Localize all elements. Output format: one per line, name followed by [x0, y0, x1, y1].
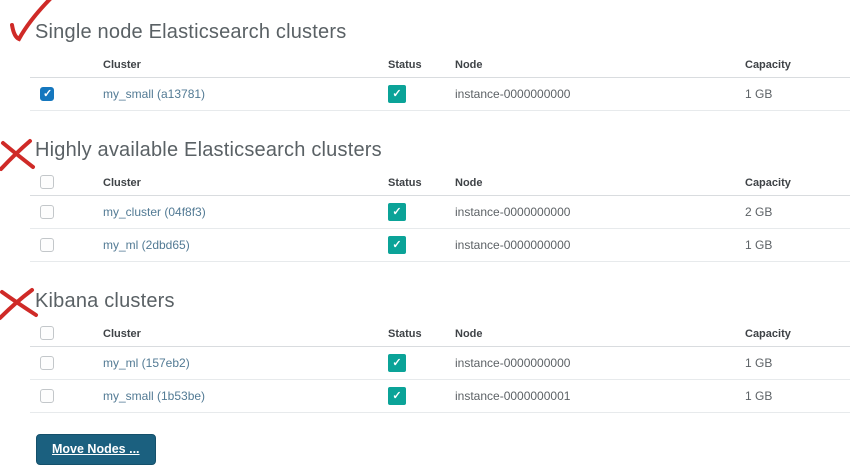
status-ok-icon: ✓ — [388, 354, 406, 372]
status-ok-icon: ✓ — [388, 85, 406, 103]
table-row: my_small (a13781) ✓ instance-0000000000 … — [30, 77, 850, 111]
column-header-status: Status — [388, 55, 455, 78]
capacity-value: 1 GB — [745, 228, 850, 262]
column-header-node: Node — [455, 324, 745, 347]
column-header-cluster: Cluster — [103, 55, 388, 78]
table-header-row: Cluster Status Node Capacity — [30, 324, 850, 347]
node-name: instance-0000000001 — [455, 379, 745, 413]
cluster-link[interactable]: my_ml (157eb2) — [103, 356, 190, 370]
capacity-value: 1 GB — [745, 77, 850, 111]
row-checkbox[interactable] — [40, 205, 54, 220]
column-header-node: Node — [455, 173, 745, 196]
column-header-status: Status — [388, 324, 455, 347]
column-header-node: Node — [455, 55, 745, 78]
node-name: instance-0000000000 — [455, 77, 745, 111]
cluster-overview-page: Single node Elasticsearch clusters Clust… — [0, 0, 850, 468]
section-title-highly-available: Highly available Elasticsearch clusters — [35, 139, 382, 161]
column-header-cluster: Cluster — [103, 173, 388, 196]
single-node-cluster-table: Cluster Status Node Capacity my_small (a… — [30, 55, 850, 111]
cluster-link[interactable]: my_cluster (04f8f3) — [103, 205, 206, 219]
status-ok-icon: ✓ — [388, 387, 406, 405]
capacity-value: 1 GB — [745, 346, 850, 380]
column-header-status: Status — [388, 173, 455, 196]
table-row: my_small (1b53be) ✓ instance-0000000001 … — [30, 379, 850, 413]
node-name: instance-0000000000 — [455, 195, 745, 229]
node-name: instance-0000000000 — [455, 346, 745, 380]
cluster-link[interactable]: my_small (1b53be) — [103, 389, 205, 403]
status-ok-icon: ✓ — [388, 236, 406, 254]
column-header-cluster: Cluster — [103, 324, 388, 347]
table-row: my_cluster (04f8f3) ✓ instance-000000000… — [30, 195, 850, 229]
node-name: instance-0000000000 — [455, 228, 745, 262]
red-x-annotation — [0, 139, 35, 171]
table-row: my_ml (2dbd65) ✓ instance-0000000000 1 G… — [30, 228, 850, 262]
section-single-node-es: Single node Elasticsearch clusters Clust… — [0, 0, 850, 111]
kibana-cluster-table: Cluster Status Node Capacity my_ml (157e… — [30, 324, 850, 413]
column-header-capacity: Capacity — [745, 324, 850, 347]
capacity-value: 1 GB — [745, 379, 850, 413]
row-checkbox[interactable] — [40, 87, 54, 102]
column-header-capacity: Capacity — [745, 55, 850, 78]
move-nodes-button[interactable]: Move Nodes ... — [36, 434, 156, 465]
table-header-row: Cluster Status Node Capacity — [30, 173, 850, 196]
select-all-checkbox[interactable] — [40, 175, 54, 189]
section-title-kibana: Kibana clusters — [35, 290, 175, 312]
status-ok-icon: ✓ — [388, 203, 406, 221]
cluster-link[interactable]: my_ml (2dbd65) — [103, 238, 190, 252]
row-checkbox[interactable] — [40, 389, 54, 404]
row-checkbox[interactable] — [40, 238, 54, 253]
cluster-link[interactable]: my_small (a13781) — [103, 87, 205, 101]
section-title-single-node: Single node Elasticsearch clusters — [35, 21, 347, 43]
capacity-value: 2 GB — [745, 195, 850, 229]
highly-available-cluster-table: Cluster Status Node Capacity my_cluster … — [30, 173, 850, 262]
row-checkbox[interactable] — [40, 356, 54, 371]
section-kibana: Kibana clusters Cluster Status Node Capa… — [0, 288, 850, 413]
section-highly-available-es: Highly available Elasticsearch clusters … — [0, 137, 850, 262]
table-row: my_ml (157eb2) ✓ instance-0000000000 1 G… — [30, 346, 850, 380]
table-header-row: Cluster Status Node Capacity — [30, 55, 850, 78]
select-all-checkbox[interactable] — [40, 326, 54, 340]
column-header-capacity: Capacity — [745, 173, 850, 196]
